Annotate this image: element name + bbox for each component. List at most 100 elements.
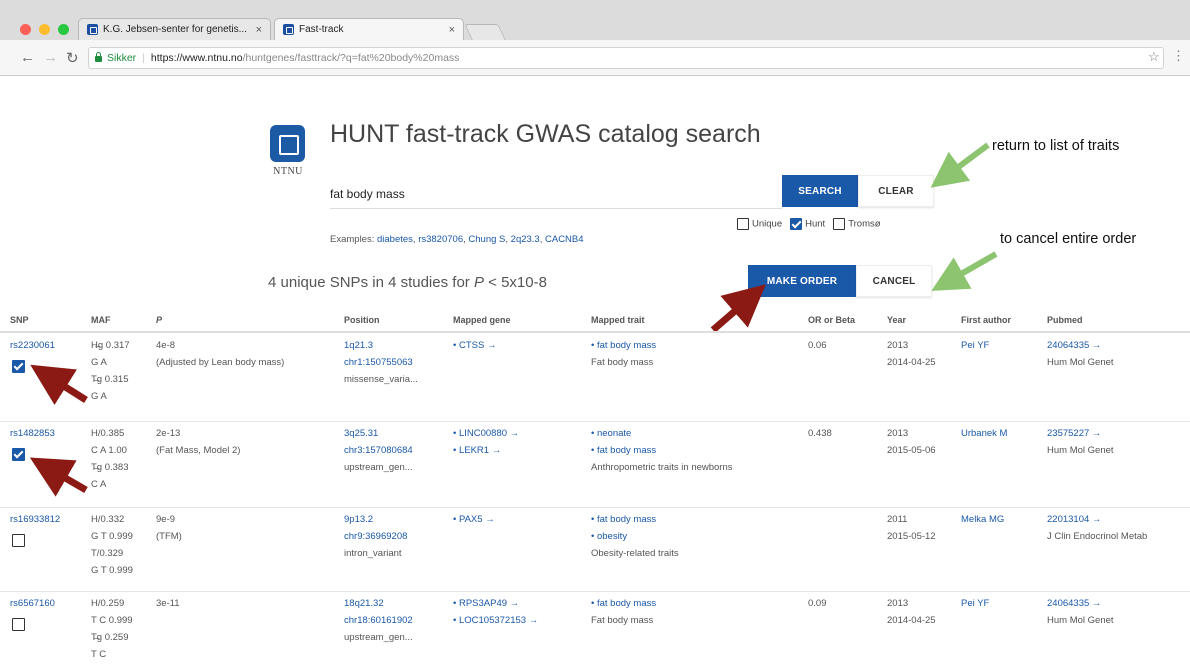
author-link[interactable]: Pei YF [961,595,989,612]
year-cell: 2013 2015-05-06 [887,428,936,456]
snp-link[interactable]: rs6567160 [10,595,55,612]
author-link[interactable]: Melka MG [961,511,1004,528]
close-tab-icon[interactable]: × [449,24,455,36]
minimize-window-button[interactable] [39,24,50,35]
trait-link[interactable]: fat body mass [591,514,656,525]
reload-icon[interactable]: ↻ [66,49,79,67]
snp-link[interactable]: rs2230061 [10,337,55,354]
hunt-checkbox[interactable] [790,218,803,230]
table-row: rs2230061 H̶g 0.317 G A T̶g 0.315 G A 4e-8(… [0,334,1190,422]
close-window-button[interactable] [20,24,31,35]
col-header-or-beta[interactable]: OR or Beta [808,315,855,325]
lock-icon [95,52,102,62]
col-header-mapped-trait[interactable]: Mapped trait [591,315,645,325]
table-row: rs6567160 H/0.259 T C 0.999 T̶g 0.259 T C 3… [0,592,1190,667]
pubmed-link[interactable]: 23575227 → [1047,428,1101,439]
snp-order-checkbox[interactable] [12,533,25,547]
snp-order-checkbox[interactable] [12,359,25,373]
dataset-filters: Unique Hunt Tromsø [737,218,881,230]
examples-line: Examples: diabetes, rs3820706, Chung S, … [330,234,584,245]
pubmed-link[interactable]: 24064335 → [1047,340,1101,351]
example-link[interactable]: CACNB4 [545,234,584,245]
tromso-checkbox[interactable] [833,218,846,230]
trait-link[interactable]: obesity [591,531,627,542]
back-arrow-icon[interactable]: ← [20,49,35,66]
close-tab-icon[interactable]: × [256,24,262,36]
unique-checkbox[interactable] [737,218,749,230]
snp-link[interactable]: rs1482853 [10,425,55,442]
logo-text: NTNU [273,166,303,177]
region-link[interactable]: 1q21.3 [344,340,373,351]
gene-link[interactable]: LOC105372153 → [453,615,538,626]
pubmed-link[interactable]: 24064335 → [1047,598,1101,609]
col-header-pubmed[interactable]: Pubmed [1047,315,1083,325]
gene-link[interactable]: LEKR1 → [453,445,501,456]
year-cell: 2013 2014-04-25 [887,598,936,626]
author-link[interactable]: Urbanek M [961,425,1007,442]
trait-link[interactable]: fat body mass [591,598,656,609]
gene-cell: CTSS → [453,337,496,354]
result-summary: 4 unique SNPs in 4 studies for P < 5x10-… [268,274,547,291]
cancel-button[interactable]: CANCEL [856,265,932,297]
forward-arrow-icon[interactable]: → [43,49,58,66]
example-link[interactable]: diabetes [377,234,413,245]
browser-tab-fast-track[interactable]: Fast-track × [274,18,464,40]
gene-link[interactable]: PAX5 → [453,514,495,525]
maximize-window-button[interactable] [58,24,69,35]
region-link[interactable]: 3q25.31 [344,428,378,439]
chr-link[interactable]: chr9:36969208 [344,531,407,542]
green-arrow-icon [930,142,990,188]
trait-link[interactable]: neonate [591,428,631,439]
example-link[interactable]: rs3820706 [418,234,463,245]
col-header-snp[interactable]: SNP [10,315,29,325]
clear-button[interactable]: CLEAR [858,175,934,207]
new-tab-button[interactable] [464,24,506,40]
gene-link[interactable]: LINC00880 → [453,428,519,439]
bookmark-star-icon[interactable]: ☆ [1148,49,1160,65]
trait-link[interactable]: fat body mass [591,445,656,456]
author-link[interactable]: Pei YF [961,337,989,354]
position-cell: 3q25.31 chr3:157080684 upstream_gen... [344,428,413,473]
browser-tab-kg-jebsen[interactable]: K.G. Jebsen-senter for genetis... × [78,18,271,40]
pubmed-cell: 24064335 → Hum Mol Genet [1047,340,1114,368]
snp-order-checkbox[interactable] [12,447,25,461]
search-button[interactable]: SEARCH [782,175,858,207]
year-cell: 2011 2015-05-12 [887,514,936,542]
region-link[interactable]: 9p13.2 [344,514,373,525]
maf-cell: H/0.332 G T 0.999 T/0.329 G T 0.999 [91,514,133,576]
example-link[interactable]: Chung S [468,234,505,245]
region-link[interactable]: 18q21.32 [344,598,384,609]
address-bar[interactable]: Sikker | https://www.ntnu.no/huntgenes/f… [88,47,1164,69]
col-header-position[interactable]: Position [344,315,380,325]
col-header-mapped-gene[interactable]: Mapped gene [453,315,511,325]
chr-link[interactable]: chr3:157080684 [344,445,413,456]
filter-unique[interactable]: Unique [737,218,782,230]
search-input[interactable] [330,179,782,209]
col-header-first-author[interactable]: First author [961,315,1011,325]
chr-link[interactable]: chr18:60161902 [344,615,413,626]
chr-link[interactable]: chr1:150755063 [344,357,413,368]
p-cell: 3e-11 [156,598,180,609]
pubmed-link[interactable]: 22013104 → [1047,514,1101,525]
p-cell: 4e-8 (Adjusted by Lean body mass) [156,340,285,368]
gene-link[interactable]: CTSS → [453,340,496,351]
p-cell: 9e-9 (TFM) [156,514,182,542]
make-order-button[interactable]: MAKE ORDER [748,265,856,297]
secure-label: Sikker [107,52,137,64]
example-link[interactable]: 2q23.3 [511,234,540,245]
snp-order-checkbox[interactable] [12,617,25,631]
filter-tromso[interactable]: Tromsø [833,218,881,230]
annotation-clear: return to list of traits [992,138,1120,154]
filter-hunt[interactable]: Hunt [790,218,825,230]
gene-link[interactable]: RPS3AP49 → [453,598,519,609]
col-header-year[interactable]: Year [887,315,906,325]
browser-menu-icon[interactable]: ⋮ [1172,48,1185,64]
col-header-maf[interactable]: MAF [91,315,111,325]
snp-link[interactable]: rs16933812 [10,511,60,528]
position-cell: 18q21.32 chr18:60161902 upstream_gen... [344,598,413,643]
browser-toolbar: ← → ↻ Sikker | https://www.ntnu.no/huntg… [0,40,1190,76]
col-header-p[interactable]: P [156,315,162,325]
p-cell: 2e-13 (Fat Mass, Model 2) [156,428,241,456]
trait-link[interactable]: fat body mass [591,340,656,351]
ntnu-favicon-icon [283,24,294,35]
